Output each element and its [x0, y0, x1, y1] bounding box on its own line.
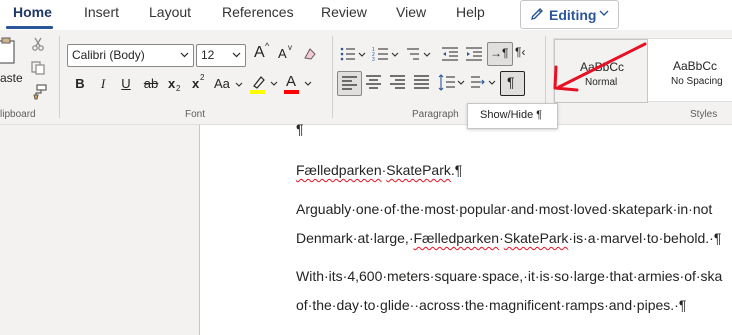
highlight-color-button[interactable] [250, 74, 280, 96]
tab-view[interactable]: View [396, 4, 426, 20]
font-size-value: 12 [201, 48, 215, 62]
chevron-down-icon [180, 52, 189, 58]
decrease-indent-icon[interactable] [441, 46, 459, 62]
justify-icon[interactable] [414, 75, 429, 89]
tab-home[interactable]: Home [13, 4, 52, 20]
ltr-direction-button[interactable]: →¶ [487, 42, 513, 66]
tab-help[interactable]: Help [456, 4, 485, 20]
clipboard-group-label: lipboard [0, 109, 36, 120]
tab-references[interactable]: References [222, 4, 294, 20]
styles-group-label: Styles [690, 109, 718, 120]
font-color-icon: A [286, 73, 297, 90]
pilcrow-icon: ¶ [507, 74, 515, 90]
cut-icon[interactable] [31, 37, 45, 51]
underline-button[interactable]: U [120, 74, 132, 94]
paste-button[interactable] [0, 36, 18, 64]
annotation-arrow [553, 42, 647, 92]
highlighter-icon [253, 76, 265, 89]
chevron-down-icon [599, 10, 609, 16]
strikethrough-button[interactable]: ab [142, 74, 160, 94]
paste-label: aste [0, 71, 23, 85]
align-right-icon[interactable] [390, 75, 405, 89]
grow-font-icon: A [254, 44, 265, 61]
superscript-button[interactable]: x 2 [192, 73, 208, 94]
font-group-label: Font [185, 109, 206, 120]
copy-icon[interactable] [31, 61, 45, 75]
active-tab-indicator [6, 26, 53, 29]
chevron-down-icon [232, 52, 241, 58]
align-left-icon [342, 76, 357, 90]
ribbon-tab-bar: Home Insert Layout References Review Vie… [0, 0, 732, 30]
editing-label: Editing [549, 7, 597, 23]
paragraph-2-line-1: With·its·4,600·meters·square·space,·it·i… [296, 268, 723, 284]
chevron-down-icon [304, 81, 312, 86]
style-no-spacing-preview: AaBbCc [673, 59, 718, 73]
paragraph-1-line-1: Arguably·one·of·the·most·popular·and·mos… [296, 201, 713, 217]
show-hide-tooltip: Show/Hide ¶ [467, 103, 558, 129]
chevron-down-icon [270, 81, 278, 86]
tab-review[interactable]: Review [321, 4, 367, 20]
align-center-icon[interactable] [366, 75, 381, 89]
document-title: Fælledparken·SkatePark.¶ [296, 162, 463, 178]
paragraph-2-line-2: of·the·day·to·glide··across·the·magnific… [296, 297, 687, 313]
font-color-swatch [284, 90, 299, 94]
increase-indent-icon[interactable] [465, 46, 483, 62]
bullets-icon[interactable] [340, 46, 368, 62]
font-size-select[interactable]: 12 [196, 44, 246, 67]
empty-paragraph-mark: ¶ [296, 121, 304, 137]
align-left-button[interactable] [337, 71, 362, 96]
show-hide-button[interactable]: ¶ [500, 71, 525, 96]
bold-button[interactable]: B [73, 74, 87, 94]
paragraph-group-label: Paragraph [412, 109, 459, 120]
style-no-spacing[interactable]: AaBbCc No Spacing [649, 39, 732, 101]
group-divider [59, 36, 60, 118]
format-painter-icon[interactable] [31, 84, 47, 100]
tooltip-text: Show/Hide ¶ [480, 109, 543, 121]
ltr-direction-icon: →¶ [490, 46, 509, 60]
multilevel-list-icon[interactable] [405, 46, 435, 62]
paste-icon [0, 37, 15, 64]
rtl-direction-button[interactable]: ¶‹ [515, 45, 525, 59]
shrink-font-icon: A [278, 46, 287, 61]
font-family-value: Calibri (Body) [72, 48, 145, 62]
subscript-button[interactable]: x 2 [168, 74, 184, 94]
tab-insert[interactable]: Insert [84, 4, 119, 20]
svg-text:3: 3 [372, 57, 375, 62]
font-color-button[interactable]: A [284, 73, 314, 96]
paragraph-spacing-icon[interactable] [470, 74, 498, 91]
change-case-button[interactable]: Aa [214, 74, 244, 94]
tab-layout[interactable]: Layout [149, 4, 191, 20]
clear-formatting-icon[interactable] [302, 46, 318, 62]
font-family-select[interactable]: Calibri (Body) [67, 44, 194, 67]
chevron-down-icon [235, 82, 243, 87]
grow-font-button[interactable]: A ^ [252, 41, 274, 65]
group-divider [332, 36, 333, 118]
pencil-icon [531, 8, 543, 20]
highlight-color-swatch [250, 90, 265, 94]
numbering-icon[interactable]: 1 2 3 [372, 46, 402, 62]
line-spacing-icon[interactable] [438, 74, 466, 91]
style-no-spacing-label: No Spacing [671, 76, 723, 87]
editing-mode-button[interactable]: Editing [520, 0, 619, 29]
paragraph-1-line-2: Denmark·at·large,·Fælledparken·SkatePark… [296, 230, 722, 246]
italic-button[interactable]: I [97, 74, 109, 94]
shrink-font-button[interactable]: A v [276, 43, 298, 65]
